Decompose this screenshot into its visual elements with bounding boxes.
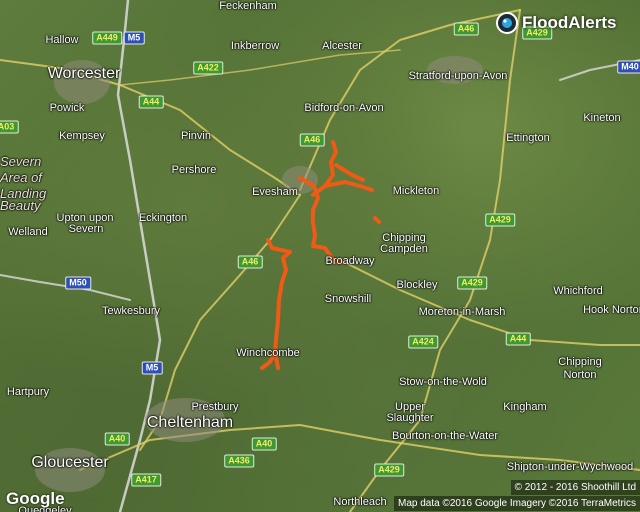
copyright-text: © 2012 - 2016 Shoothill Ltd (510, 480, 640, 495)
road-shield: A424 (408, 335, 438, 349)
aonb-label: Beauty (0, 198, 41, 213)
road-shield: A46 (453, 22, 479, 36)
place-label: Evesham (252, 186, 298, 198)
place-label: Hartpury (6, 386, 50, 398)
road-shield: A429 (374, 463, 404, 477)
road-shield: A40 (104, 432, 130, 446)
place-label: Hallow (45, 34, 79, 46)
place-label: Hook Norton (583, 304, 640, 316)
road-shield: A422 (193, 61, 223, 75)
brand-name: FloodAlerts (522, 13, 617, 32)
place-label: Slaughter (386, 412, 434, 424)
place-label: Inkberrow (230, 40, 280, 52)
place-label: Blockley (396, 279, 438, 291)
place-label: Mickleton (392, 185, 440, 197)
road-shield: A46 (299, 133, 325, 147)
map-attribution[interactable]: Map data ©2016 Google Imagery ©2016 Terr… (393, 496, 640, 511)
road-shield: A44 (138, 95, 164, 109)
road-shield: A44 (505, 332, 531, 346)
road-shield: A429 (485, 213, 515, 227)
place-label: Broadway (325, 255, 375, 267)
place-label: Pershore (171, 164, 217, 176)
place-label: Campden (380, 243, 428, 255)
flood-alerts-logo-icon (496, 12, 518, 34)
place-label: Feckenham (219, 0, 277, 12)
place-label: Kempsey (59, 130, 105, 142)
road-shield: A436 (224, 454, 254, 468)
map-view[interactable]: Feckenham Hallow Alcester Inkberrow Worceste… (0, 0, 640, 512)
road-shield: M5 (123, 31, 145, 45)
place-label: Bidford-on-Avon (304, 102, 384, 114)
place-label: Stratford-upon-Avon (408, 70, 508, 82)
place-label: Kingham (503, 401, 547, 413)
flood-alerts-logo[interactable]: FloodAlerts (496, 12, 616, 34)
place-label: Eckington (138, 212, 188, 224)
place-label: Gloucester (31, 454, 109, 471)
place-label: Prestbury (191, 401, 239, 413)
place-label: Worcester (47, 65, 121, 82)
place-label: Severn (68, 223, 104, 235)
place-label: Shipton-under-Wychwood (506, 461, 634, 473)
place-label: Pinvin (181, 130, 211, 142)
place-label: Norton (563, 369, 597, 381)
road-shield: A449 (92, 31, 122, 45)
place-label: Winchcombe (236, 347, 300, 359)
place-label: Moreton-in-Marsh (418, 306, 506, 318)
place-label: Bourton-on-the-Water (392, 430, 498, 442)
google-logo[interactable]: Google (6, 489, 65, 509)
place-label: Welland (8, 226, 48, 238)
place-label: Ettington (506, 132, 550, 144)
road-shield: A429 (457, 276, 487, 290)
place-label: Stow-on-the-Wold (399, 376, 487, 388)
place-label: Kineton (583, 112, 621, 124)
aonb-label: Area of (0, 170, 42, 185)
place-label: Alcester (322, 40, 362, 52)
place-label: Chipping (558, 356, 602, 368)
road-shield: M5 (141, 361, 163, 375)
place-label: Whichford (553, 285, 603, 297)
road-shield: M50 (65, 276, 91, 290)
road-shield: A40 (251, 437, 277, 451)
place-label: Powick (49, 102, 85, 114)
aonb-label: Severn (0, 154, 42, 169)
road-shield: A46 (237, 255, 263, 269)
flood-river-badsey (311, 140, 374, 197)
road-shield: M40 (617, 60, 640, 74)
road-shield: A03 (0, 120, 19, 134)
place-label: Tewkesbury (101, 305, 161, 317)
place-label: Snowshill (324, 293, 372, 305)
flood-spot-mickleton (373, 216, 381, 224)
place-label: Cheltenham (146, 414, 234, 431)
road-shield: A417 (131, 473, 161, 487)
place-label: Northleach (333, 496, 387, 508)
